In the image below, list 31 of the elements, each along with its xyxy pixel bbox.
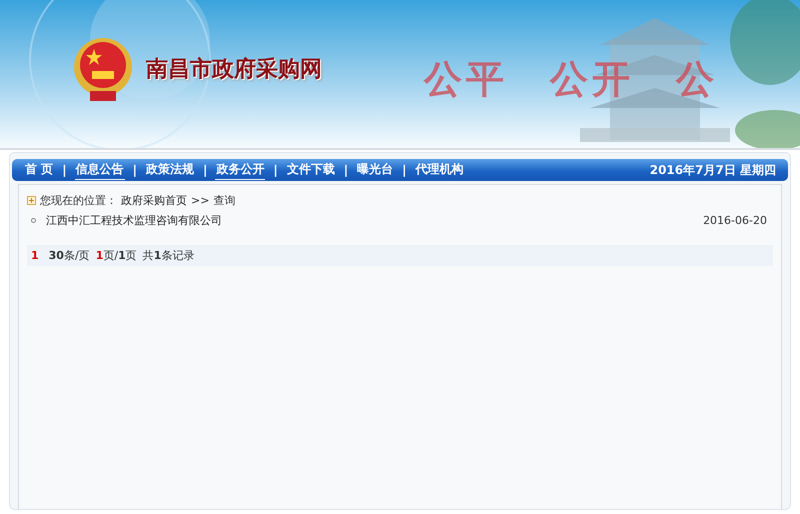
nav-link[interactable]: 首 页 [24,160,54,180]
nav-link[interactable]: 文件下载 [286,160,336,180]
page-link[interactable]: 1 [31,249,39,262]
nav-link[interactable]: 信息公告 [74,160,125,180]
nav-link[interactable]: 政策法规 [144,160,195,180]
emblem-icon [72,35,134,103]
plus-icon [27,196,36,204]
slogan: 公平 [424,54,508,102]
nav-separator: | [344,163,348,177]
slogan: 公开 [550,54,634,102]
nav-separator: | [132,163,137,177]
breadcrumb-link[interactable]: 政府采购首页 [121,192,187,208]
breadcrumb-separator: >> [191,194,210,206]
breadcrumb-label: 您现在的位置： [40,192,117,208]
bullet-icon [31,218,36,222]
nav-separator: | [62,163,67,177]
nav-separator: | [273,163,278,177]
result-date: 2016-06-20 [703,214,767,226]
page-count-text: 1页/1页 [96,248,137,263]
slogan: 公 [676,54,718,102]
nav-separator: | [202,163,208,177]
date-text: 2016年7月7日 星期四 [650,162,776,178]
breadcrumb-current: 查询 [213,192,236,208]
nav-link[interactable]: 曝光台 [356,160,394,180]
site-title: 南昌市政府采购网 [146,55,322,84]
nav-separator: | [402,163,407,177]
result-link[interactable]: 江西中汇工程技术监理咨询有限公司 [46,212,222,228]
nav-link[interactable]: 政务公开 [215,160,266,180]
nav-link[interactable]: 代理机构 [414,160,465,180]
total-text: 共1条记录 [142,248,194,263]
per-page-text: 30条/页 [48,248,90,263]
